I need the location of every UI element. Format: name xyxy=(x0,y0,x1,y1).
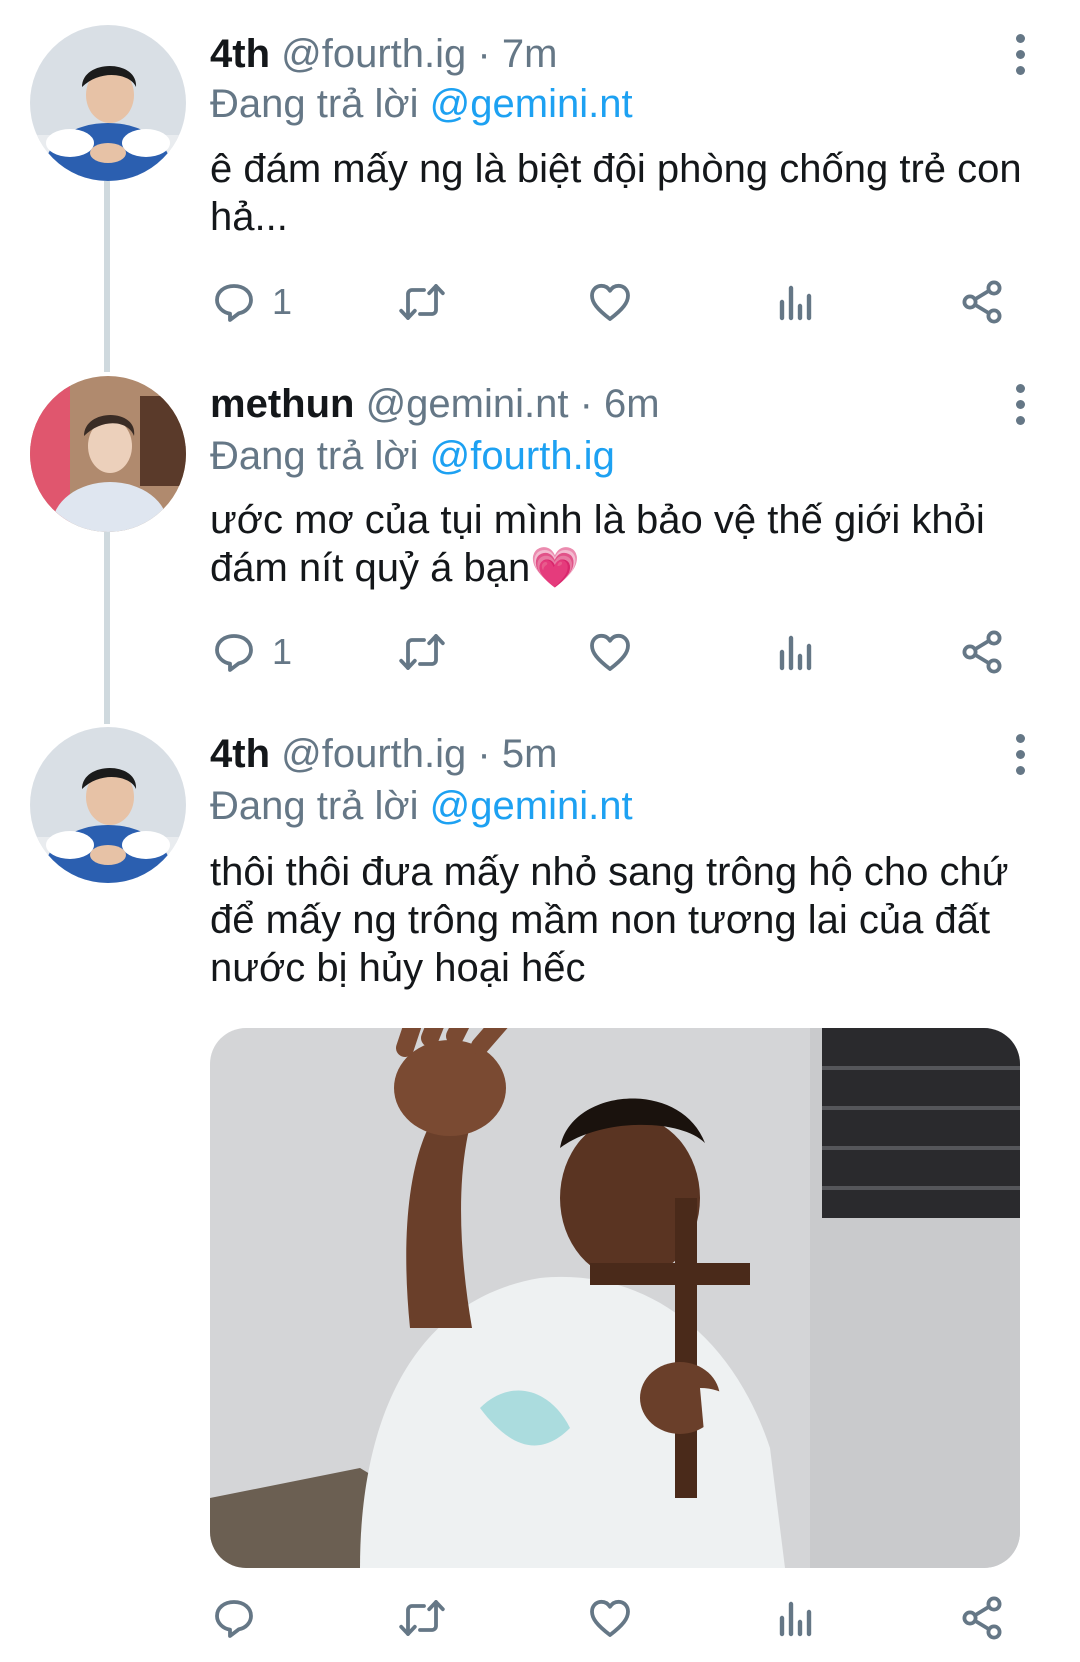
tweet-media-image[interactable] xyxy=(210,1028,1020,1568)
timestamp[interactable]: · 5m xyxy=(477,732,557,776)
share-icon xyxy=(958,1594,1006,1642)
more-icon[interactable] xyxy=(1000,730,1040,778)
retweet-button[interactable] xyxy=(398,1588,446,1648)
avatar[interactable] xyxy=(30,727,186,883)
analytics-icon xyxy=(772,1594,820,1642)
reply-prefix: Đang trả lời xyxy=(210,784,419,828)
analytics-button[interactable] xyxy=(772,1588,820,1648)
tweet-text: thôi thôi đưa mấy nhỏ sang trông hộ cho … xyxy=(210,850,1009,990)
retweet-icon xyxy=(398,1594,446,1642)
share-button[interactable] xyxy=(958,1588,1006,1648)
display-name[interactable]: 4th xyxy=(210,732,270,776)
reply-context: Đang trả lời @gemini.nt xyxy=(210,782,633,830)
tweet-header: 4th @fourth.ig · 5m xyxy=(210,730,557,778)
reply-button[interactable] xyxy=(210,1588,272,1648)
like-icon xyxy=(586,1594,634,1642)
tweet-actions xyxy=(0,1588,1080,1648)
tweet-item[interactable]: 4th @fourth.ig · 5m Đang trả lời @gemini… xyxy=(0,0,1080,1662)
reply-mention-link[interactable]: @gemini.nt xyxy=(430,784,633,828)
like-button[interactable] xyxy=(586,1588,634,1648)
reply-icon xyxy=(210,1594,258,1642)
user-handle[interactable]: @fourth.ig xyxy=(281,732,466,776)
